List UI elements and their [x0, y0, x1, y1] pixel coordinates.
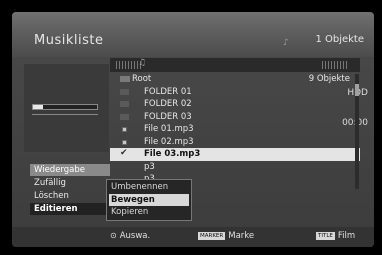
footer-select-label: Auswa.	[119, 231, 151, 241]
list-item-name: File 03.mp3	[144, 149, 201, 159]
edit-submenu: Umbenennen Bewegen Kopieren	[106, 179, 192, 221]
list-item-name: p3	[144, 161, 155, 172]
scrollbar[interactable]	[355, 74, 359, 189]
scrollbar-thumb[interactable]	[355, 84, 359, 96]
footer-title[interactable]: TITLE Film	[316, 231, 355, 241]
list-item[interactable]: ✔ File 03.mp3	[110, 148, 360, 161]
music-note-icon: ♫	[138, 58, 147, 68]
list-item-count: 9 Objekte	[308, 74, 350, 84]
select-button-icon: ⊙	[110, 231, 117, 240]
list-item-name: File 02.mp3	[144, 136, 194, 147]
marker-badge: MARKER	[198, 231, 226, 240]
parent-folder-icon	[120, 76, 130, 82]
menu-item-shuffle[interactable]: Zufällig	[30, 177, 110, 189]
title-badge: TITLE	[316, 231, 335, 240]
checkmark-icon: ✔	[120, 148, 128, 158]
folder-icon	[120, 101, 129, 107]
list-item-name: FOLDER 01	[144, 86, 192, 97]
divider	[32, 114, 98, 115]
list-item-name: File 01.mp3	[144, 124, 194, 134]
header-pattern-icon	[322, 61, 348, 69]
page-title: Musikliste	[34, 33, 104, 48]
storage-usage-bar	[32, 104, 98, 110]
list-item[interactable]: p3	[110, 161, 360, 174]
list-item-name: FOLDER 02	[144, 99, 192, 109]
menu-item-delete[interactable]: Löschen	[30, 190, 110, 202]
music-list-screen: Musikliste ♪ 1 Objekte HDD 00:00 ♫ Root9…	[12, 12, 374, 247]
submenu-item-copy[interactable]: Kopieren	[109, 206, 189, 219]
storage-usage-fill	[33, 105, 43, 109]
options-menu: Wiedergabe Zufällig Löschen Editieren	[30, 164, 110, 216]
list-item[interactable]: FOLDER 03	[110, 111, 360, 124]
footer-marker-label: Marke	[228, 231, 255, 241]
list-item[interactable]: File 02.mp3	[110, 136, 360, 149]
list-item-name: Root	[132, 74, 152, 84]
footer-title-label: Film	[337, 231, 356, 241]
music-note-icon: ♪	[283, 38, 289, 48]
title-bar: Musikliste ♪ 1 Objekte	[12, 12, 374, 57]
list-item[interactable]: File 01.mp3	[110, 123, 360, 136]
menu-item-edit[interactable]: Editieren	[30, 203, 110, 215]
list-header: ♫	[110, 58, 360, 72]
object-count: 1 Objekte	[315, 34, 364, 45]
list-item[interactable]: Root 9 Objekte	[110, 73, 360, 86]
submenu-item-rename[interactable]: Umbenennen	[109, 181, 189, 194]
list-item-name: FOLDER 03	[144, 111, 192, 122]
list-item[interactable]: FOLDER 02	[110, 98, 360, 111]
footer-bar: ⊙ Auswa. MARKER Marke TITLE Film	[12, 227, 374, 247]
footer-marker[interactable]: MARKER Marke	[198, 231, 254, 241]
folder-icon	[120, 88, 129, 95]
menu-item-play[interactable]: Wiedergabe	[30, 164, 110, 176]
footer-select[interactable]: ⊙ Auswa.	[110, 231, 150, 241]
music-file-icon	[122, 139, 127, 145]
submenu-item-move[interactable]: Bewegen	[109, 193, 189, 206]
music-file-icon	[122, 127, 127, 132]
folder-icon	[120, 113, 129, 120]
list-item[interactable]: FOLDER 01	[110, 86, 360, 99]
